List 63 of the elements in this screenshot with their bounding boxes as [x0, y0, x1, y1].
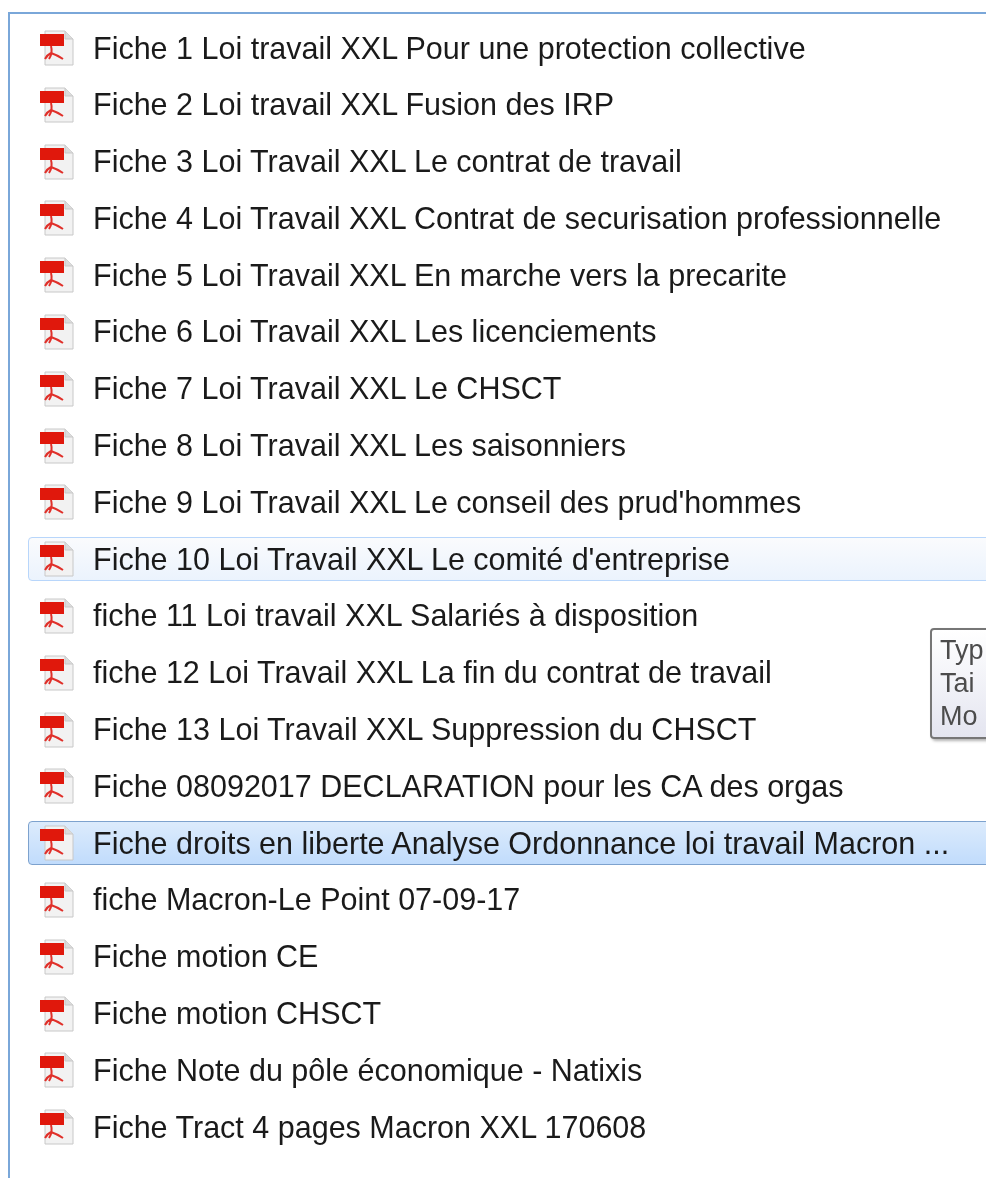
file-name: Fiche Note du pôle économique - Natixis: [93, 1052, 643, 1088]
tooltip-text: Mo: [940, 700, 979, 733]
pdf-file-icon: [39, 313, 75, 351]
pdf-file-icon: [39, 1108, 75, 1147]
file-row[interactable]: Fiche 1 Loi travail XXL Pour une protection collective: [28, 26, 813, 70]
pdf-file-icon: [39, 596, 75, 635]
pdf-file-icon: [39, 85, 75, 124]
file-name: Fiche 6 Loi Travail XXL Les licenciements: [93, 314, 657, 350]
pdf-file-icon: [39, 937, 75, 976]
pdf-file-icon: [39, 483, 75, 522]
file-name: Fiche 08092017 DECLARATION pour les CA des orgas: [93, 768, 844, 804]
file-row[interactable]: Fiche 9 Loi Travail XXL Le conseil des prud'hommes: [28, 480, 809, 525]
file-name: Fiche 1 Loi travail XXL Pour une protection collective: [93, 30, 806, 66]
pdf-file-icon: [39, 653, 75, 692]
file-name: Fiche Tract 4 pages Macron XXL 170608: [93, 1109, 647, 1145]
file-name: Fiche motion CHSCT: [93, 996, 382, 1032]
pdf-file-icon: [39, 824, 75, 863]
pdf-file-icon: [39, 199, 75, 238]
pdf-file-icon: [39, 29, 75, 67]
file-name: fiche 11 Loi travail XXL Salariés à disposition: [93, 598, 699, 634]
pdf-file-icon: [39, 142, 75, 181]
file-row[interactable]: Fiche 4 Loi Travail XXL Contrat de securisation professionnelle: [28, 196, 949, 241]
file-row[interactable]: Fiche 3 Loi Travail XXL Le contrat de travail: [28, 139, 689, 184]
file-name: Fiche 5 Loi Travail XXL En marche vers la precarite: [93, 257, 787, 293]
file-row-highlight[interactable]: Fiche droits en liberte Analyse Ordonnance loi travail Macron ...: [28, 821, 986, 866]
pdf-file-icon: [39, 426, 75, 465]
file-row[interactable]: Fiche Tract 4 pages Macron XXL 170608: [28, 1105, 654, 1150]
file-name: Fiche droits en liberte Analyse Ordonnance loi travail Macron ...: [93, 825, 950, 861]
file-row[interactable]: Fiche 6 Loi Travail XXL Les licenciements: [28, 310, 664, 354]
pdf-file-icon: [39, 880, 75, 919]
file-name: Fiche 7 Loi Travail XXL Le CHSCT: [93, 371, 562, 407]
pdf-file-icon: [39, 369, 75, 408]
pdf-file-icon: [39, 710, 75, 749]
file-row[interactable]: Fiche Note du pôle économique - Natixis: [28, 1048, 650, 1093]
file-name: Fiche 2 Loi travail XXL Fusion des IRP: [93, 87, 614, 123]
file-row[interactable]: Fiche 2 Loi travail XXL Fusion des IRP: [28, 82, 621, 127]
file-name: Fiche 3 Loi Travail XXL Le contrat de travail: [93, 144, 682, 180]
file-name: fiche Macron-Le Point 07-09-17: [93, 882, 521, 918]
file-name: fiche 12 Loi Travail XXL La fin du contrat de travail: [93, 655, 772, 691]
file-row[interactable]: fiche 11 Loi travail XXL Salariés à disposition: [28, 593, 706, 638]
file-row[interactable]: Fiche 7 Loi Travail XXL Le CHSCT: [28, 366, 569, 411]
file-name: Fiche motion CE: [93, 939, 319, 975]
pdf-file-icon: [39, 1051, 75, 1090]
file-row[interactable]: fiche 12 Loi Travail XXL La fin du contrat de travail: [28, 650, 779, 695]
pdf-file-icon: [39, 767, 75, 806]
file-name: Fiche 10 Loi Travail XXL Le comité d'entreprise: [93, 541, 731, 577]
pdf-file-icon: [39, 256, 75, 295]
pdf-file-icon: [39, 994, 75, 1033]
file-name: Fiche 9 Loi Travail XXL Le conseil des prud'hommes: [93, 484, 802, 520]
pdf-file-icon: [39, 540, 75, 579]
file-row[interactable]: Fiche 08092017 DECLARATION pour les CA des orgas: [28, 764, 851, 809]
file-name: Fiche 8 Loi Travail XXL Les saisonniers: [93, 428, 626, 464]
file-name: Fiche 13 Loi Travail XXL Suppression du CHSCT: [93, 712, 757, 748]
file-row[interactable]: Fiche motion CHSCT: [28, 991, 389, 1036]
file-row[interactable]: Fiche 8 Loi Travail XXL Les saisonniers: [28, 423, 633, 468]
file-row[interactable]: fiche Macron-Le Point 07-09-17: [28, 877, 528, 922]
file-row[interactable]: Fiche 13 Loi Travail XXL Suppression du CHSCT: [28, 707, 764, 752]
file-name: Fiche 4 Loi Travail XXL Contrat de securisation professionnelle: [93, 200, 942, 236]
file-row[interactable]: Fiche 5 Loi Travail XXL En marche vers la precarite: [28, 253, 794, 298]
tooltip-text: Typ: [940, 634, 985, 667]
file-row-highlight[interactable]: Fiche 10 Loi Travail XXL Le comité d'entreprise: [28, 537, 986, 582]
file-row[interactable]: Fiche motion CE: [28, 934, 326, 979]
tooltip-text: Tai: [940, 667, 976, 700]
